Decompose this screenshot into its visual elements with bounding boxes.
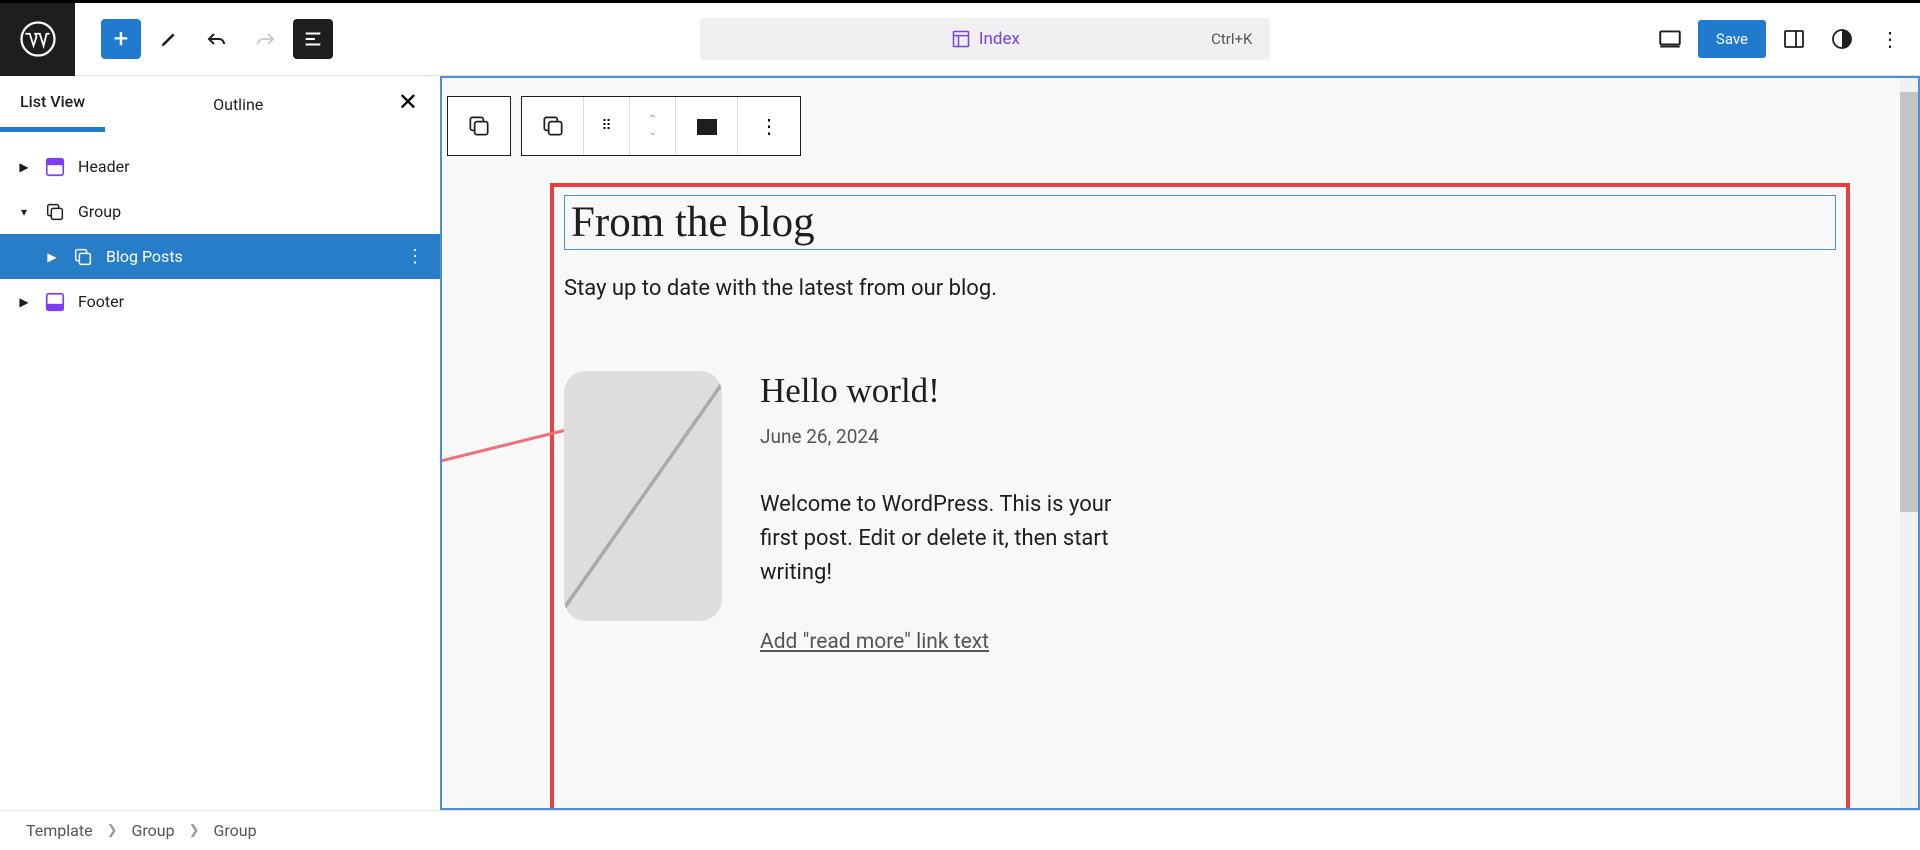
post-title[interactable]: Hello world! [760,371,1150,411]
post-body: Hello world! June 26, 2024 Welcome to Wo… [760,371,1150,654]
block-tree: ▶ Header ▾ Group ▶ Blog Posts ⋮ ▶ Footer [0,132,440,324]
redo-button[interactable] [245,19,285,59]
tree-item-footer[interactable]: ▶ Footer [0,279,440,324]
shortcut-hint: Ctrl+K [1211,30,1252,48]
sidebar-tabs: List View Outline ✕ [0,76,440,132]
block-options-button[interactable]: ⋮ [738,97,800,155]
chevron-right-icon: ❯ [107,823,118,838]
styles-toggle[interactable] [1822,19,1862,59]
redo-icon [253,27,277,51]
breadcrumb-item[interactable]: Template [26,821,93,840]
tree-label: Blog Posts [106,247,183,266]
kebab-icon: ⋮ [1880,27,1900,51]
undo-button[interactable] [197,19,237,59]
breadcrumb-item[interactable]: Group [214,821,257,840]
top-toolbar: + Index Ctrl+K Save ⋮ [0,3,1920,76]
toolbar-right: Save ⋮ [1638,19,1910,59]
chevron-right-icon: ❯ [189,823,200,838]
block-toolbar: ⠿ ⌃⌄ ⋮ [447,96,801,156]
close-icon: ✕ [398,88,418,116]
wp-logo[interactable] [0,3,75,76]
options-button[interactable]: ⋮ [1870,19,1910,59]
main-area: List View Outline ✕ ▶ Header ▾ Group ▶ B… [0,76,1920,810]
align-icon [695,117,719,135]
footer-block-icon [44,291,66,313]
tree-item-group[interactable]: ▾ Group [0,189,440,234]
add-block-button[interactable]: + [101,19,141,59]
scrollbar-thumb[interactable] [1900,92,1918,512]
heading-block[interactable]: From the blog [564,195,1836,250]
prev-page-link[interactable]: Previous Page [566,806,700,810]
list-view-sidebar: List View Outline ✕ ▶ Header ▾ Group ▶ B… [0,76,440,810]
breadcrumb-item[interactable]: Group [132,821,175,840]
align-button[interactable] [676,97,738,155]
group-block-icon [466,113,492,139]
pagination: Previous Page Next Page [566,806,1834,810]
tree-item-blog-posts[interactable]: ▶ Blog Posts ⋮ [0,234,440,279]
sidebar-icon [1782,27,1806,51]
chevron-down-icon[interactable]: ▾ [16,205,32,219]
group-block-icon [72,246,94,268]
chevron-up-icon: ⌃ [648,114,656,125]
move-buttons[interactable]: ⌃⌄ [630,97,676,155]
parent-block-button[interactable] [447,96,511,156]
post-date[interactable]: June 26, 2024 [760,425,1150,448]
editor-canvas[interactable]: ⠿ ⌃⌄ ⋮ From the blog Stay up to date wit… [440,76,1920,810]
chevron-right-icon[interactable]: ▶ [44,250,60,264]
pencil-icon [158,28,180,50]
chevron-right-icon[interactable]: ▶ [16,295,32,309]
list-view-toggle[interactable] [293,19,333,59]
tools-button[interactable] [149,19,189,59]
toolbar-left: + [75,19,333,59]
document-title: Index [979,29,1020,49]
selected-block-highlight: From the blog Stay up to date with the l… [550,183,1850,810]
view-button[interactable] [1650,19,1690,59]
undo-icon [205,27,229,51]
tree-label: Footer [78,292,124,311]
tree-item-header[interactable]: ▶ Header [0,144,440,189]
read-more-link[interactable]: Add "read more" link text [760,630,1150,654]
header-block-icon [44,156,66,178]
kebab-icon: ⋮ [759,114,779,138]
settings-sidebar-toggle[interactable] [1774,19,1814,59]
block-breadcrumb: Template ❯ Group ❯ Group [0,810,1920,850]
save-button[interactable]: Save [1698,20,1766,58]
contrast-icon [1830,27,1854,51]
layout-icon [951,29,971,49]
block-type-button[interactable] [522,97,584,155]
drag-handle[interactable]: ⠿ [584,97,630,155]
group-block-icon [44,201,66,223]
post-item: Hello world! June 26, 2024 Welcome to Wo… [564,371,1836,654]
plus-icon: + [114,24,129,54]
featured-image-placeholder[interactable] [564,371,722,621]
tree-label: Group [78,202,121,221]
desktop-icon [1657,26,1683,52]
tab-outline[interactable]: Outline [193,76,283,132]
post-excerpt[interactable]: Welcome to WordPress. This is your first… [760,488,1150,590]
tab-list-view[interactable]: List View [0,76,105,132]
scrollbar[interactable] [1900,78,1918,808]
chevron-right-icon[interactable]: ▶ [16,160,32,174]
document-selector[interactable]: Index Ctrl+K [700,18,1270,60]
drag-icon: ⠿ [601,118,611,134]
paragraph-block[interactable]: Stay up to date with the latest from our… [564,276,1836,301]
chevron-down-icon: ⌄ [648,127,656,138]
next-page-link[interactable]: Next Page [1738,806,1834,810]
list-view-icon [302,28,324,50]
tree-label: Header [78,157,130,176]
group-block-icon [540,113,566,139]
wordpress-icon [20,21,56,57]
tree-item-options[interactable]: ⋮ [406,246,424,267]
close-sidebar-button[interactable]: ✕ [398,88,418,116]
